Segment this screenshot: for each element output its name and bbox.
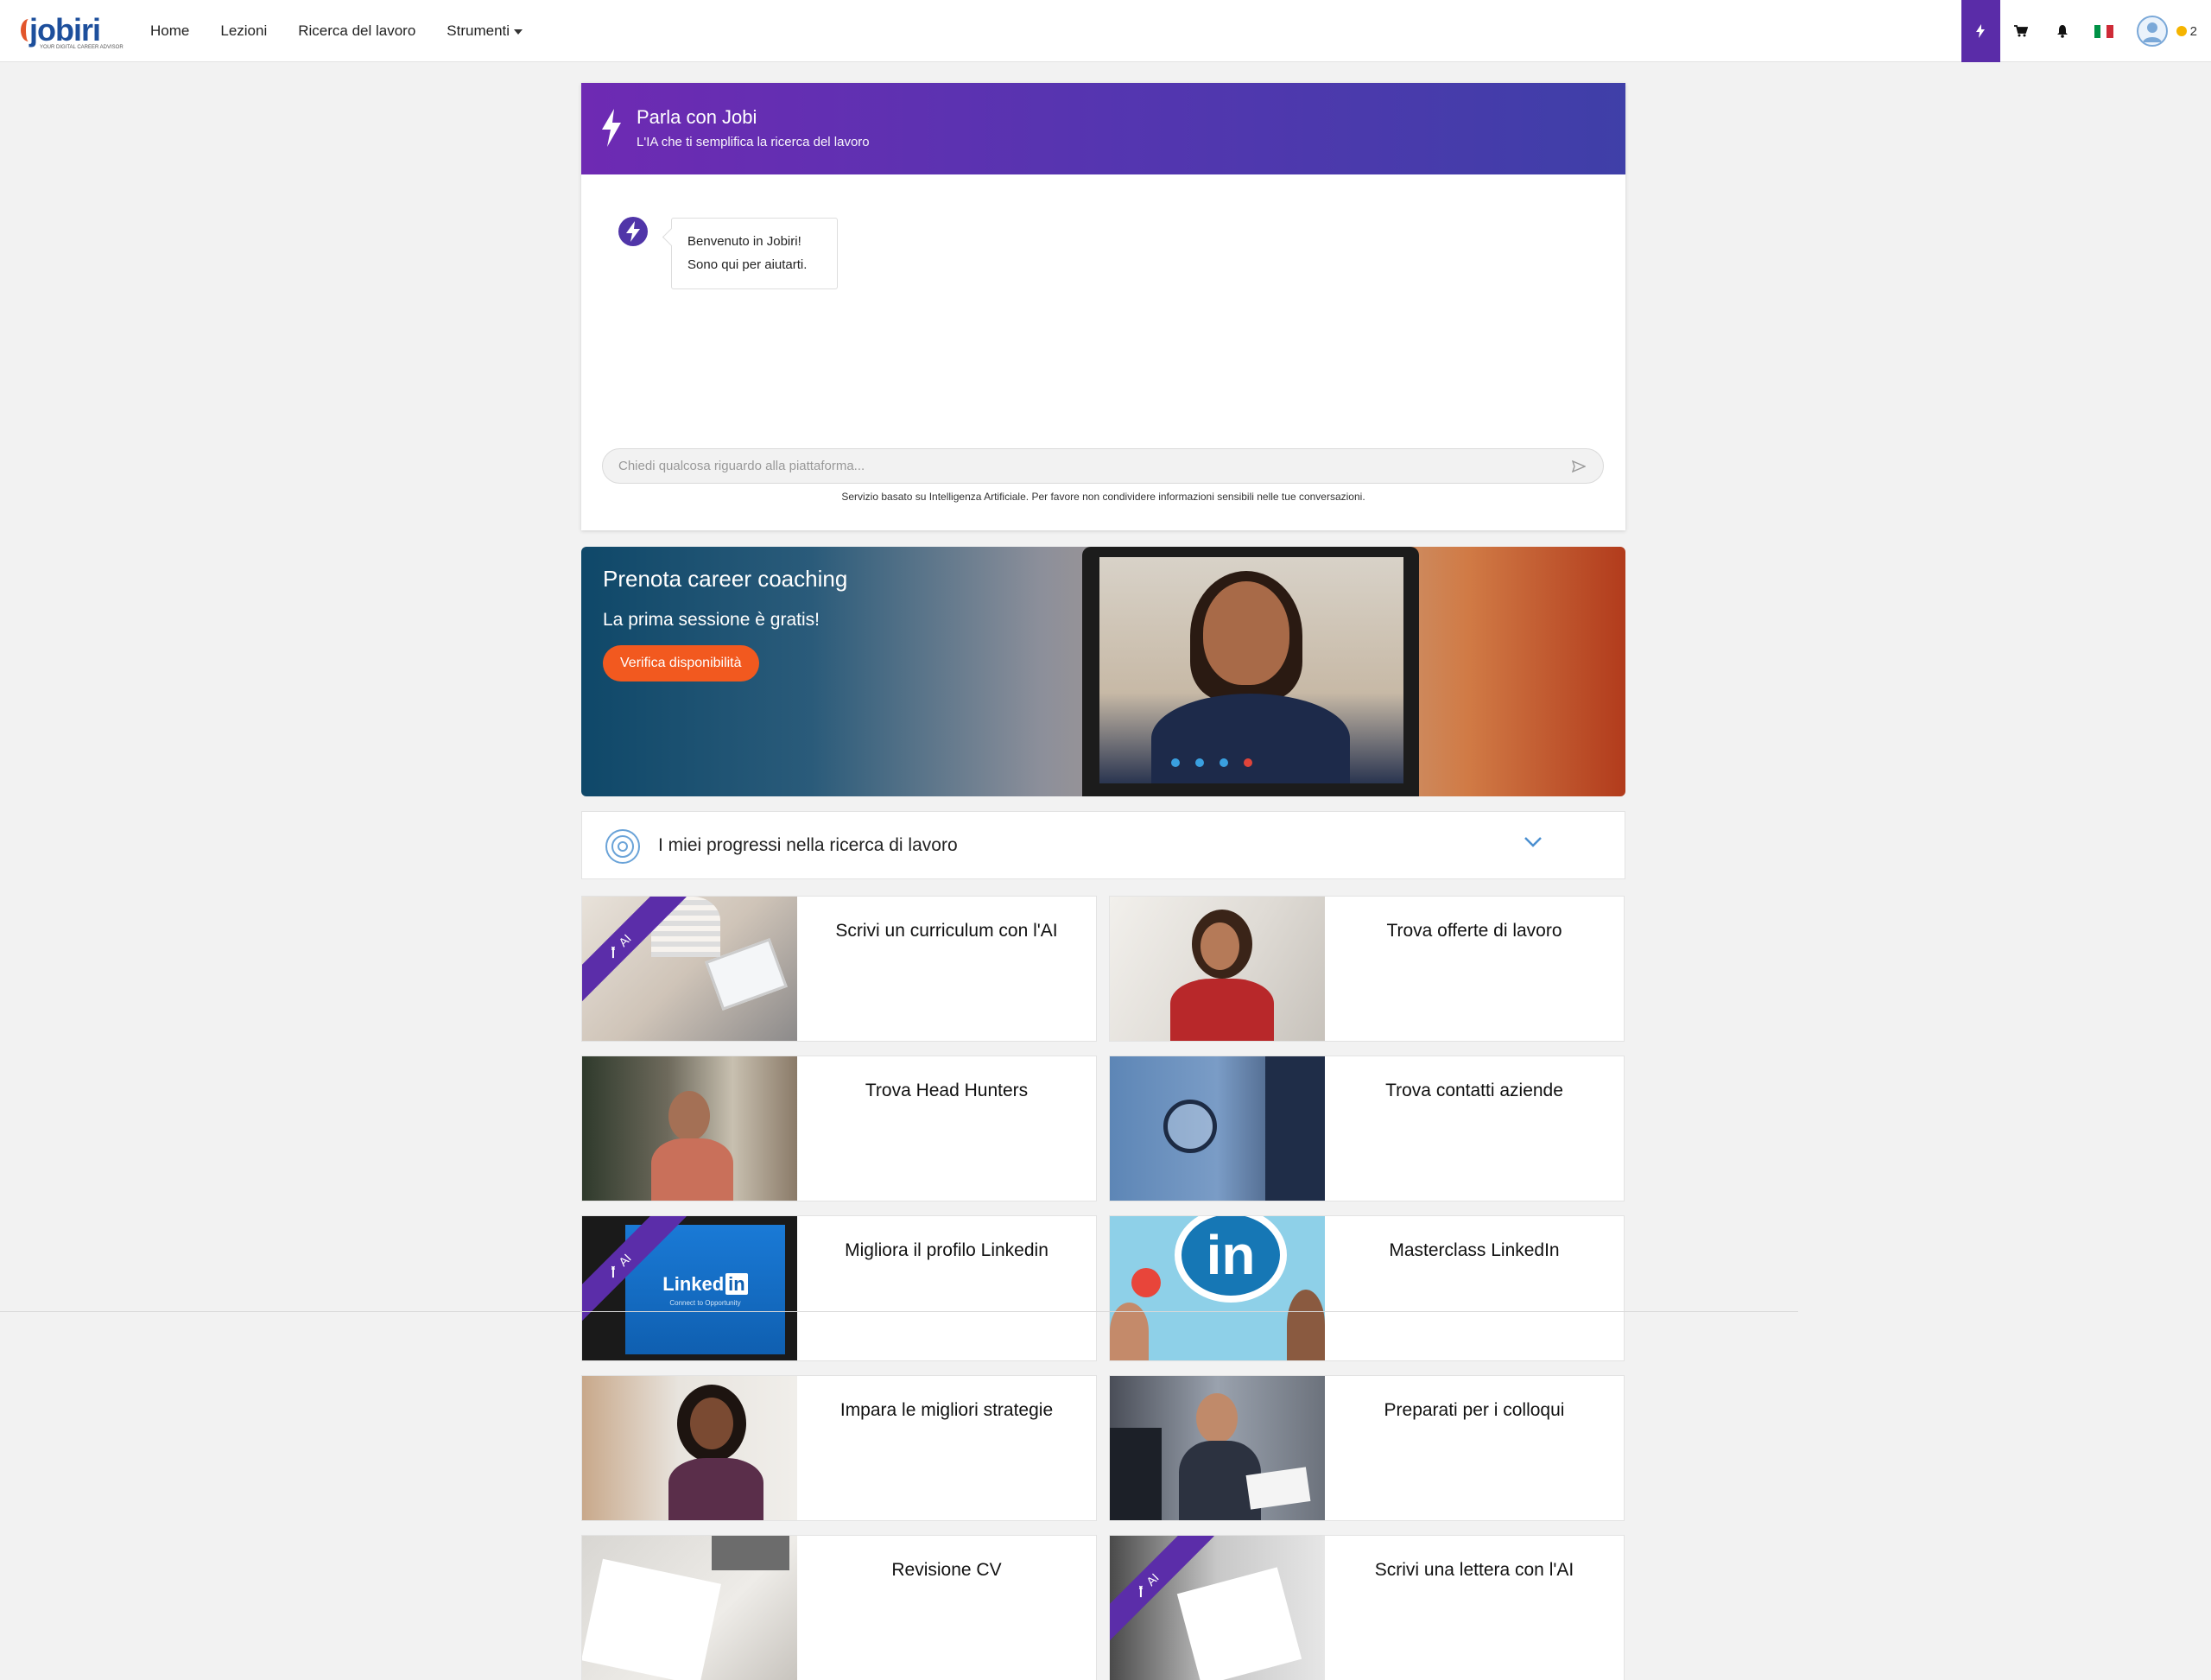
- check-availability-button[interactable]: Verifica disponibilità: [603, 645, 759, 682]
- chat-input-bar: [602, 448, 1604, 484]
- tile-title: Trova offerte di lavoro: [1386, 921, 1562, 941]
- nav-ricerca-lavoro[interactable]: Ricerca del lavoro: [298, 22, 415, 40]
- ai-disclaimer: Servizio basato su Intelligenza Artifici…: [841, 491, 1365, 503]
- tile-linkedin-profile[interactable]: Linked in Connect to Opportunity AI Migli…: [581, 1215, 1097, 1361]
- user-icon: [2142, 22, 2162, 42]
- logo-text: jobiri: [29, 12, 101, 48]
- send-button[interactable]: [1570, 458, 1587, 475]
- tile-cv-review[interactable]: Revisione CV: [581, 1535, 1097, 1680]
- language-selector[interactable]: [2083, 0, 2125, 62]
- tile-company-contacts[interactable]: Trova contatti aziende: [1109, 1056, 1625, 1201]
- tile-title: Impara le migliori strategie: [839, 1400, 1054, 1420]
- linkedin-in-logo: in: [1175, 1216, 1287, 1303]
- welcome-message: Benvenuto in Jobiri! Sono qui per aiutar…: [671, 218, 838, 289]
- progress-label: I miei progressi nella ricerca di lavoro: [658, 835, 958, 855]
- tile-image: [1110, 897, 1325, 1041]
- chat-header: Parla con Jobi L'IA che ti semplifica la…: [581, 83, 1625, 174]
- linkedin-in-badge: in: [725, 1272, 748, 1295]
- bell-icon: [2056, 25, 2068, 38]
- tile-image: [582, 1376, 797, 1520]
- bolt-icon: [1976, 24, 1986, 38]
- caret-down-icon: [514, 29, 523, 35]
- ai-label: AI: [1144, 1570, 1162, 1588]
- tile-interview-prep[interactable]: Preparati per i colloqui: [1109, 1375, 1625, 1521]
- tile-best-strategies[interactable]: Impara le migliori strategie: [581, 1375, 1097, 1521]
- top-navbar: jobiri YOUR DIGITAL CAREER ADVISOR Home …: [0, 0, 2211, 62]
- jobiri-logo[interactable]: jobiri YOUR DIGITAL CAREER ADVISOR: [21, 12, 124, 50]
- coin-icon: [2176, 26, 2187, 36]
- ai-label: AI: [616, 931, 634, 949]
- call-controls: [1171, 758, 1252, 767]
- nav-strumenti-label: Strumenti: [447, 22, 510, 39]
- tile-title: Masterclass LinkedIn: [1389, 1240, 1560, 1260]
- tile-job-offers[interactable]: Trova offerte di lavoro: [1109, 896, 1625, 1042]
- coach-face: [1203, 581, 1289, 685]
- coins-counter[interactable]: 2: [2176, 24, 2197, 39]
- tile-cv-ai[interactable]: AI Scrivi un curriculum con l'AI: [581, 896, 1097, 1042]
- logo-tagline: YOUR DIGITAL CAREER ADVISOR: [40, 45, 124, 50]
- linkedin-logo-text: Linked: [662, 1272, 725, 1295]
- chat-subtitle: L'IA che ti semplifica la ricerca del la…: [637, 135, 870, 149]
- tile-title: Scrivi un curriculum con l'AI: [835, 921, 1058, 941]
- nav-strumenti-dropdown[interactable]: Strumenti: [447, 22, 523, 40]
- job-search-progress[interactable]: I miei progressi nella ricerca di lavoro: [581, 811, 1625, 879]
- chat-input[interactable]: [618, 459, 1570, 473]
- tile-title: Revisione CV: [891, 1560, 1002, 1580]
- chat-title: Parla con Jobi: [637, 106, 757, 128]
- italy-flag-icon: [2094, 24, 2113, 38]
- tile-title: Trova contatti aziende: [1385, 1081, 1563, 1100]
- cart-button[interactable]: [2000, 0, 2042, 62]
- wand-icon: [611, 1265, 616, 1277]
- wand-icon: [1139, 1585, 1144, 1597]
- ai-chat-button[interactable]: [1961, 0, 2000, 62]
- nav-links: Home Lezioni Ricerca del lavoro Strument…: [150, 0, 523, 62]
- tile-title: Migliora il profilo Linkedin: [845, 1240, 1048, 1260]
- target-icon: [605, 829, 640, 864]
- send-icon: [1572, 460, 1586, 472]
- cart-icon: [2013, 25, 2028, 37]
- wand-icon: [611, 946, 616, 958]
- jobi-bot-avatar: [618, 216, 649, 247]
- tile-image: [1110, 1056, 1325, 1201]
- coins-value: 2: [2189, 23, 2197, 39]
- tile-head-hunters[interactable]: Trova Head Hunters: [581, 1056, 1097, 1201]
- coach-body: [1151, 694, 1350, 783]
- notifications-button[interactable]: [2042, 0, 2083, 62]
- welcome-line-1: Benvenuto in Jobiri!: [687, 234, 801, 249]
- tile-linkedin-masterclass[interactable]: in Masterclass LinkedIn: [1109, 1215, 1625, 1361]
- linkedin-tagline: Connect to Opportunity: [669, 1298, 741, 1307]
- user-avatar[interactable]: [2136, 16, 2168, 47]
- nav-home[interactable]: Home: [150, 22, 189, 40]
- coaching-title: Prenota career coaching: [603, 566, 848, 592]
- nav-lezioni[interactable]: Lezioni: [220, 22, 267, 40]
- coaching-subtitle: La prima sessione è gratis!: [603, 610, 820, 630]
- chevron-down-icon[interactable]: [1524, 836, 1543, 848]
- tile-title: Preparati per i colloqui: [1384, 1400, 1565, 1420]
- jobi-chat-card: Parla con Jobi L'IA che ti semplifica la…: [581, 83, 1625, 530]
- tile-cover-letter-ai[interactable]: AI Scrivi una lettera con l'AI: [1109, 1535, 1625, 1680]
- divider-line: [0, 1311, 1798, 1312]
- career-coaching-banner[interactable]: Prenota career coaching La prima session…: [581, 547, 1625, 796]
- tile-title: Scrivi una lettera con l'AI: [1374, 1560, 1574, 1580]
- tile-image: [1110, 1376, 1325, 1520]
- ai-label: AI: [616, 1251, 634, 1269]
- tile-image: in: [1110, 1216, 1325, 1360]
- nav-right: 2: [1961, 0, 2211, 62]
- tile-image: [582, 1056, 797, 1201]
- tile-title: Trova Head Hunters: [865, 1081, 1029, 1100]
- jobi-bolt-icon: [618, 217, 648, 246]
- tile-image: [582, 1536, 797, 1680]
- bolt-icon: [602, 109, 621, 147]
- welcome-line-2: Sono qui per aiutarti.: [687, 257, 808, 272]
